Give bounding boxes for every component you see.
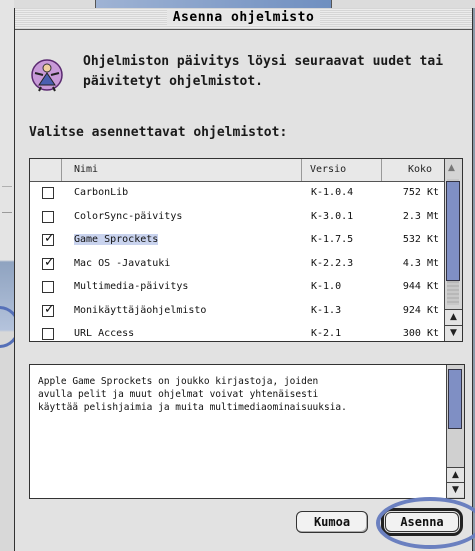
row-name: Mac OS -Javatuki bbox=[74, 257, 171, 269]
checkmark-icon: ✓ bbox=[44, 301, 55, 317]
row-name: ColorSync-päivitys bbox=[74, 210, 183, 222]
column-header-size-label: Koko bbox=[408, 164, 433, 175]
intro-line: päivitetyt ohjelmistot. bbox=[83, 74, 264, 89]
intro-text: Ohjelmiston päivitys löysi seuraavat uud… bbox=[83, 52, 473, 92]
description-scroll-down-button[interactable]: ▼ bbox=[447, 482, 464, 497]
install-software-dialog: Asenna ohjelmisto Ohjelmiston päivitys l… bbox=[14, 8, 475, 551]
scroll-thumb[interactable] bbox=[446, 181, 460, 281]
row-name: Game Sprockets bbox=[74, 234, 159, 245]
row-size: 924 Kt bbox=[402, 304, 439, 316]
row-version: K-2.1 bbox=[311, 328, 342, 339]
section-label: Valitse asennettavat ohjelmistot: bbox=[29, 125, 288, 140]
software-update-icon bbox=[31, 59, 63, 92]
install-checkbox[interactable] bbox=[42, 281, 54, 293]
description-scrollbar[interactable]: ▲ ▼ bbox=[446, 365, 464, 498]
row-size: 4.3 Mt bbox=[402, 257, 439, 269]
row-version: K-1.3 bbox=[311, 304, 342, 316]
description-scroll-up-button[interactable]: ▲ bbox=[447, 467, 464, 482]
install-checkbox[interactable]: ✓ bbox=[42, 254, 55, 270]
row-name: Monikäyttäjäohjelmisto bbox=[74, 304, 207, 316]
description-line: avulla pelit ja muut ohjelmat voivat yht… bbox=[38, 389, 319, 400]
highlight-oval bbox=[376, 497, 475, 549]
description-text: Apple Game Sprockets on joukko kirjastoj… bbox=[38, 375, 438, 414]
background-window-strip bbox=[0, 0, 475, 8]
background-divider bbox=[2, 212, 12, 213]
column-header-size[interactable]: Koko bbox=[381, 159, 444, 181]
column-header-version[interactable]: Versio bbox=[301, 159, 381, 181]
row-name: URL Access bbox=[74, 328, 135, 339]
table-row[interactable]: ✓ Game Sprockets K-1.7.5 532 Kt bbox=[30, 229, 444, 253]
checkmark-icon: ✓ bbox=[44, 254, 55, 270]
list-scrollbar[interactable]: ▲ ▲ ▼ bbox=[444, 159, 462, 341]
checkmark-icon: ✓ bbox=[44, 231, 55, 246]
description-scroll-thumb[interactable] bbox=[448, 369, 462, 429]
row-version: K-1.7.5 bbox=[311, 234, 354, 245]
row-size: 532 Kt bbox=[402, 234, 439, 245]
row-name: Multimedia-päivitys bbox=[74, 281, 189, 292]
background-window bbox=[95, 0, 332, 8]
table-row[interactable]: ColorSync-päivitys K-3.0.1 2.3 Mt bbox=[30, 206, 444, 230]
row-version: K-3.0.1 bbox=[311, 210, 354, 222]
cancel-button[interactable]: Kumoa bbox=[296, 511, 368, 533]
intro-line: Ohjelmiston päivitys löysi seuraavat uud… bbox=[83, 54, 444, 69]
install-checkbox[interactable] bbox=[42, 210, 54, 223]
row-version: K-2.2.3 bbox=[311, 257, 354, 269]
row-version: K-1.0.4 bbox=[311, 187, 354, 198]
install-checkbox[interactable] bbox=[42, 328, 54, 340]
row-size: 944 Kt bbox=[402, 281, 439, 292]
install-checkbox[interactable] bbox=[42, 187, 54, 199]
software-list[interactable]: Nimi Versio Koko CarbonLib K-1.0.4 752 Kt C… bbox=[29, 158, 463, 342]
table-row[interactable]: Multimedia-päivitys K-1.0 944 Kt bbox=[30, 276, 444, 300]
table-row[interactable]: ✓ Monikäyttäjäohjelmisto K-1.3 924 Kt bbox=[30, 300, 444, 324]
background-desktop bbox=[0, 0, 14, 551]
row-size: 752 Kt bbox=[402, 187, 439, 198]
description-box: Apple Game Sprockets on joukko kirjastoj… bbox=[29, 364, 465, 499]
scroll-down-button[interactable]: ▼ bbox=[445, 325, 462, 341]
description-line: Apple Game Sprockets on joukko kirjastoj… bbox=[38, 376, 319, 387]
description-line: käyttää pelishjaimia ja muita multimedia… bbox=[38, 402, 347, 413]
row-version: K-1.0 bbox=[311, 281, 342, 292]
table-row[interactable]: URL Access K-2.1 300 Kt bbox=[30, 323, 444, 341]
list-header: Nimi Versio Koko bbox=[30, 159, 444, 182]
scroll-up-button[interactable]: ▲ bbox=[445, 309, 462, 325]
row-size: 300 Kt bbox=[402, 328, 439, 339]
row-name: CarbonLib bbox=[74, 187, 129, 198]
scroll-up-indicator-icon: ▲ bbox=[448, 163, 455, 173]
column-header-name[interactable]: Nimi bbox=[61, 159, 301, 181]
table-row[interactable]: CarbonLib K-1.0.4 752 Kt bbox=[30, 182, 444, 206]
install-checkbox[interactable]: ✓ bbox=[42, 301, 55, 317]
dialog-titlebar[interactable]: Asenna ohjelmisto bbox=[15, 8, 472, 30]
install-checkbox[interactable]: ✓ bbox=[42, 231, 55, 246]
list-rows: CarbonLib K-1.0.4 752 Kt ColorSync-päivitys… bbox=[30, 182, 444, 341]
row-size: 2.3 Mt bbox=[402, 210, 439, 222]
dialog-title: Asenna ohjelmisto bbox=[166, 10, 321, 25]
table-row[interactable]: ✓ Mac OS -Javatuki K-2.2.3 4.3 Mt bbox=[30, 253, 444, 277]
background-divider bbox=[2, 186, 12, 187]
